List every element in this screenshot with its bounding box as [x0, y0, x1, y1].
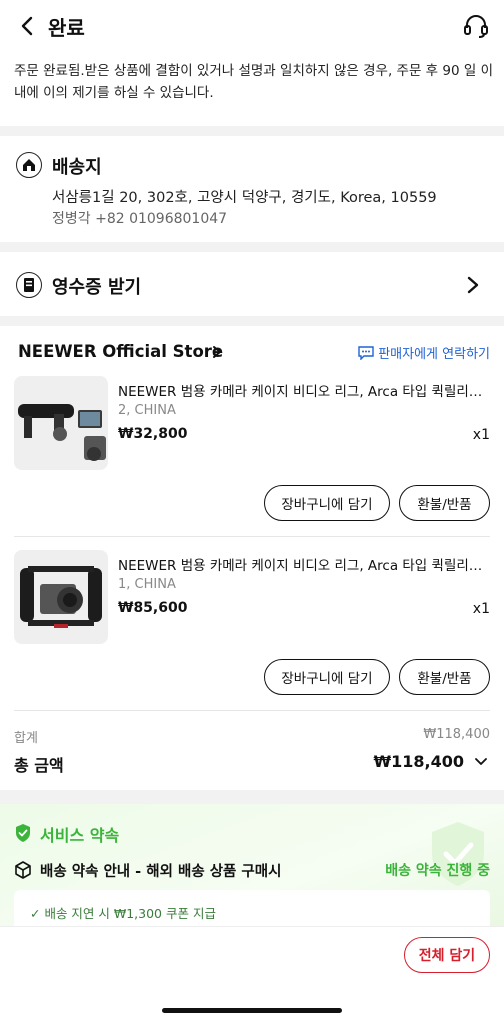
product-price: ₩32,800	[118, 426, 188, 442]
product-image[interactable]	[14, 550, 108, 644]
headset-support-icon[interactable]	[462, 12, 490, 40]
order-notice: 주문 완료됨.받은 상품에 결함이 있거나 설명과 일치하지 않은 경우, 주문…	[14, 63, 493, 101]
delivery-promise-label: 배송 약속 안내 - 해외 배송 상품 구매시	[40, 864, 282, 880]
product-name[interactable]: NEEWER 범용 카메라 케이지 비디오 리그, Arca 타입 퀵릴리즈 핸…	[118, 554, 490, 574]
divider	[14, 710, 490, 711]
back-arrow-icon[interactable]	[16, 14, 38, 38]
total-label: 총 금액	[14, 756, 64, 775]
product-price: ₩85,600	[118, 600, 188, 616]
section-divider	[0, 126, 504, 136]
header: 완료	[0, 0, 504, 52]
store-name[interactable]: NEEWER Official Store	[18, 342, 223, 361]
product-variant: 2, CHINA	[118, 403, 176, 418]
contact-seller-label: 판매자에게 연락하기	[378, 347, 490, 362]
product-quantity: x1	[472, 601, 490, 617]
product-name[interactable]: NEEWER 범용 카메라 케이지 비디오 리그, Arca 타입 퀵릴리즈 핸…	[118, 380, 490, 400]
product-image[interactable]	[14, 376, 108, 470]
refund-return-button[interactable]: 환불/반품	[399, 659, 490, 695]
product-quantity: x1	[472, 427, 490, 443]
add-all-to-cart-button[interactable]: 전체 담기	[404, 937, 490, 973]
chevron-down-icon[interactable]	[474, 756, 488, 768]
divider	[14, 536, 490, 537]
shipping-title: 배송지	[52, 157, 102, 178]
section-divider	[0, 790, 504, 804]
home-indicator	[162, 1008, 342, 1013]
package-icon	[15, 861, 31, 879]
shield-check-icon	[16, 824, 30, 842]
subtotal-value: ₩118,400	[423, 727, 490, 742]
service-bullet: ✓ 배송 지연 시 ₩1,300 쿠폰 지급	[30, 906, 216, 921]
service-title: 서비스 약속	[40, 826, 120, 845]
product-variant: 1, CHINA	[118, 577, 176, 592]
page-title: 완료	[48, 16, 85, 40]
contact-seller-link[interactable]: 판매자에게 연락하기	[358, 343, 490, 362]
receipt-icon	[16, 272, 42, 298]
receipt-label: 영수증 받기	[52, 277, 142, 298]
delivery-promise-status: 배송 약속 진행 중	[385, 863, 490, 879]
subtotal-label: 합계	[14, 731, 38, 746]
add-to-cart-button[interactable]: 장바구니에 담기	[264, 485, 390, 521]
shipping-contact: 정병각 +82 01096801047	[52, 211, 228, 227]
total-value[interactable]: ₩118,400	[373, 752, 464, 771]
shield-check-watermark-icon	[432, 822, 484, 886]
add-to-cart-button[interactable]: 장바구니에 담기	[264, 659, 390, 695]
section-divider	[0, 316, 504, 326]
home-icon	[16, 152, 42, 178]
shipping-address: 서삼릉1길 20, 302호, 고양시 덕양구, 경기도, Korea, 105…	[52, 190, 437, 206]
chevron-right-icon	[467, 276, 479, 294]
chevron-right-icon[interactable]	[212, 345, 222, 359]
refund-return-button[interactable]: 환불/반품	[399, 485, 490, 521]
chat-icon	[358, 345, 374, 360]
section-divider	[0, 242, 504, 252]
